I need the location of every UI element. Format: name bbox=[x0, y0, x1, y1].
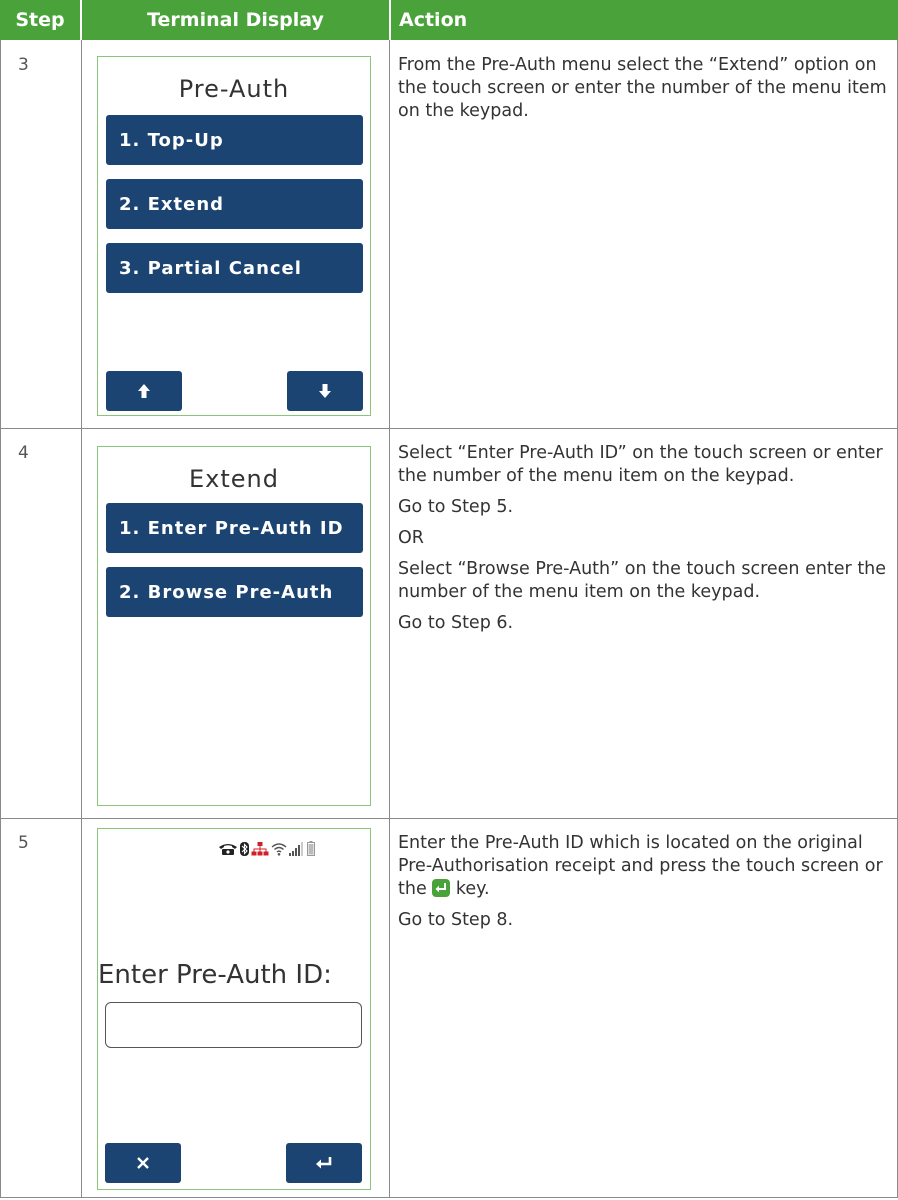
row-divider bbox=[0, 428, 898, 429]
phone-icon bbox=[219, 843, 237, 855]
menu-item-partial-cancel[interactable]: 3. Partial Cancel bbox=[106, 243, 363, 293]
grid-line bbox=[389, 40, 390, 1198]
step-number: 4 bbox=[18, 443, 29, 463]
grid-line bbox=[81, 40, 82, 1198]
pre-auth-id-input[interactable] bbox=[105, 1002, 362, 1048]
header-action: Action bbox=[391, 0, 898, 40]
scroll-up-button[interactable] bbox=[106, 371, 182, 411]
action-text: Select “Browse Pre-Auth” on the touch sc… bbox=[398, 559, 887, 602]
screen-title: Pre-Auth bbox=[178, 75, 290, 103]
cancel-x-icon bbox=[137, 1157, 149, 1169]
prompt-label: Enter Pre-Auth ID: bbox=[98, 960, 332, 990]
terminal-screen-pre-auth: Pre-Auth 1. Top-Up 2. Extend 3. Partial … bbox=[97, 56, 371, 416]
scroll-down-button[interactable] bbox=[287, 371, 363, 411]
header-step: Step bbox=[0, 0, 80, 40]
terminal-screen-extend: Extend 1. Enter Pre-Auth ID 2. Browse Pr… bbox=[97, 446, 371, 806]
action-text: From the Pre-Auth menu select the “Exten… bbox=[398, 55, 887, 121]
action-text-part: key. bbox=[455, 879, 490, 899]
header-terminal-display: Terminal Display bbox=[82, 0, 389, 40]
action-text: Go to Step 8. bbox=[398, 910, 514, 930]
enter-button[interactable] bbox=[286, 1143, 362, 1183]
battery-icon bbox=[307, 841, 315, 856]
action-step-3: From the Pre-Auth menu select the “Exten… bbox=[398, 54, 888, 131]
action-step-4: Select “Enter Pre-Auth ID” on the touch … bbox=[398, 442, 888, 643]
row-divider bbox=[0, 1197, 898, 1198]
cancel-button[interactable] bbox=[105, 1143, 181, 1183]
menu-item-top-up[interactable]: 1. Top-Up bbox=[106, 115, 363, 165]
arrow-down-icon bbox=[319, 384, 331, 398]
wifi-icon bbox=[271, 842, 287, 856]
screen-title: Extend bbox=[189, 465, 279, 493]
grid-line bbox=[0, 40, 1, 1198]
step-number: 5 bbox=[18, 833, 29, 853]
action-text: Go to Step 6. bbox=[398, 613, 514, 633]
menu-item-browse-pre-auth[interactable]: 2. Browse Pre-Auth bbox=[106, 567, 363, 617]
action-text: Go to Step 5. bbox=[398, 497, 514, 517]
status-bar bbox=[218, 841, 315, 856]
row-divider bbox=[0, 818, 898, 819]
bluetooth-icon bbox=[240, 841, 249, 856]
enter-key-icon bbox=[432, 879, 451, 897]
action-text: Select “Enter Pre-Auth ID” on the touch … bbox=[398, 443, 883, 486]
arrow-up-icon bbox=[138, 384, 150, 398]
signal-icon bbox=[289, 841, 303, 856]
action-text: OR bbox=[398, 528, 424, 548]
procedure-table: Step Terminal Display Action 3 Pre-Auth … bbox=[0, 0, 898, 1198]
enter-key-icon bbox=[316, 1157, 332, 1169]
action-step-5: Enter the Pre-Auth ID which is located o… bbox=[398, 832, 888, 940]
network-icon bbox=[251, 841, 269, 855]
action-text: Enter the Pre-Auth ID which is located o… bbox=[398, 832, 888, 901]
step-number: 3 bbox=[18, 55, 29, 75]
menu-item-extend[interactable]: 2. Extend bbox=[106, 179, 363, 229]
menu-item-enter-pre-auth-id[interactable]: 1. Enter Pre-Auth ID bbox=[106, 503, 363, 553]
